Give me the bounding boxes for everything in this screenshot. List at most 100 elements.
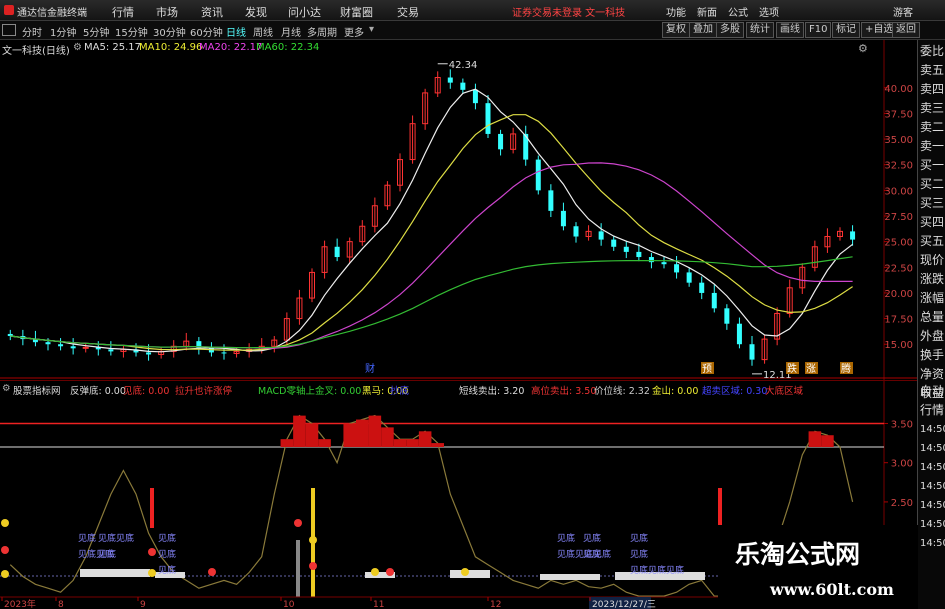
high-zone-fill [356, 419, 369, 447]
candle-body [686, 272, 692, 283]
tick-time: 14:50 [920, 481, 945, 492]
volume-block [540, 574, 600, 580]
sidebar-tab[interactable]: 自动 [920, 382, 945, 401]
indicator-name[interactable]: 股票指标网 [13, 383, 61, 397]
price-tick-label: 32.50 [884, 161, 913, 172]
candle-body [560, 210, 566, 227]
sidebar-field-label: 卖二 [920, 120, 945, 134]
candle-body [108, 349, 114, 352]
date-label: 9 [140, 600, 146, 609]
candle-body [724, 308, 730, 324]
high-zone-fill [821, 435, 834, 447]
ind-tick-label: 2.50 [891, 498, 913, 509]
event-tag: 涨 [806, 363, 816, 375]
stock-terminal-window: { "app":{"title":"通达信金融终端","menu":["行情",… [0, 0, 945, 609]
indicator-item: 抄底 [390, 386, 410, 397]
candle-body [573, 226, 579, 237]
high-zone-fill [393, 439, 407, 447]
high-zone-fill [406, 439, 419, 447]
price-tick-label: 37.50 [884, 109, 913, 120]
tick-time: 14:50 [920, 443, 945, 454]
indicator-item: 大底区域 [765, 386, 804, 397]
sidebar-field-label: 换手 [920, 348, 945, 362]
candle-body [548, 190, 554, 211]
signal-label: 见底 [98, 548, 116, 560]
candle-body [208, 348, 214, 353]
event-tag: 财 [365, 362, 375, 375]
high-zone-fill [280, 439, 294, 447]
quote-sidebar: 委比 卖五 卖四 卖三 卖二 卖一 买一 买二 买三 买四 买五 现价 涨跌 涨幅 总量 外盘 换手 净资 收益 自动… [917, 40, 945, 609]
indicator-item: 金山: 0.00 [652, 386, 699, 397]
sidebar-field-label: 涨幅 [920, 291, 945, 305]
event-tag: 预 [702, 363, 712, 375]
sidebar-field-label: 委比 [920, 44, 945, 58]
candle-body [661, 262, 667, 265]
signal-label: 见底见底见底 [630, 564, 684, 576]
candle-body [850, 231, 856, 240]
date-label: 2023/12/27/三 [592, 600, 656, 609]
sidebar-field-label: 买三 [920, 196, 945, 210]
tick-time: 14:50 [920, 538, 945, 549]
candle-body [736, 323, 742, 345]
candle-body [749, 344, 755, 360]
indicator-item: 价位线: 2.32 [594, 386, 650, 397]
sidebar-tab[interactable]: 行情 [920, 401, 945, 420]
sidebar-field-label: 买一 [920, 158, 945, 172]
watermark-title: 乐淘公式网 [735, 540, 861, 569]
signal-icon [461, 568, 469, 576]
candle-body [472, 89, 478, 104]
signal-bar [150, 488, 154, 528]
tick-time: 14:50 [920, 424, 945, 435]
volume-block [450, 570, 490, 578]
ind-tick-label: 3.50 [891, 419, 913, 430]
candle-body [70, 346, 76, 349]
signal-bar [296, 540, 300, 600]
signal-icon [294, 519, 302, 527]
indicator-gear-icon[interactable]: ⚙ [2, 383, 11, 394]
sidebar-field-label: 买五 [920, 234, 945, 248]
signal-label: 见底 [158, 532, 176, 544]
high-zone-fill [293, 415, 306, 447]
price-tick-label: 25.00 [884, 238, 913, 249]
high-zone-fill [318, 439, 331, 447]
signal-icon [148, 548, 156, 556]
candle-body [636, 251, 642, 258]
price-tick-label: 17.50 [884, 315, 913, 326]
signal-label: 见底 [158, 548, 176, 560]
sidebar-field-label: 总量 [920, 310, 945, 324]
candle-body [58, 344, 64, 347]
candle-body [711, 292, 717, 309]
signal-icon [309, 562, 317, 570]
price-tick-label: 27.50 [884, 212, 913, 223]
candle-body [598, 231, 604, 240]
candle-body [45, 342, 51, 345]
signal-label: 见底 [158, 564, 176, 576]
high-zone-fill [381, 427, 394, 447]
watermark: 乐淘公式网 www.60lt.com [718, 525, 918, 609]
ma60-line [10, 256, 853, 349]
sidebar-field-label: 卖五 [920, 63, 945, 77]
kline-chart[interactable]: 40.00 37.50 35.00 32.50 30.00 27.50 25.00 22.50… [0, 0, 917, 609]
indicator-item: 拉升也许涨停 [175, 386, 233, 397]
price-tick-label: 20.00 [884, 289, 913, 300]
indicator-item: 超卖区域: 0.30 [702, 386, 768, 397]
volume-block [80, 569, 150, 577]
signal-icon [309, 536, 317, 544]
high-zone-fill [368, 415, 382, 447]
signal-icon [371, 568, 379, 576]
candle-body [535, 159, 541, 191]
indicator-item: 高位卖出: 3.50 [531, 386, 597, 397]
candle-body [221, 352, 227, 354]
sidebar-field-label: 卖一 [920, 139, 945, 153]
candle-body [485, 103, 491, 134]
signal-icon [1, 570, 9, 578]
high-zone-fill [418, 431, 432, 447]
tick-time: 14:50 [920, 462, 945, 473]
indicator-item: MACD零轴上金叉: 0.00 [258, 386, 362, 397]
date-label: 2023年 [4, 598, 36, 609]
high-zone-fill [808, 431, 822, 447]
signal-label: 见底 [583, 548, 601, 560]
price-tick-label: 22.50 [884, 263, 913, 274]
price-tick-label: 15.00 [884, 340, 913, 351]
signal-label: 见底 [78, 532, 96, 544]
